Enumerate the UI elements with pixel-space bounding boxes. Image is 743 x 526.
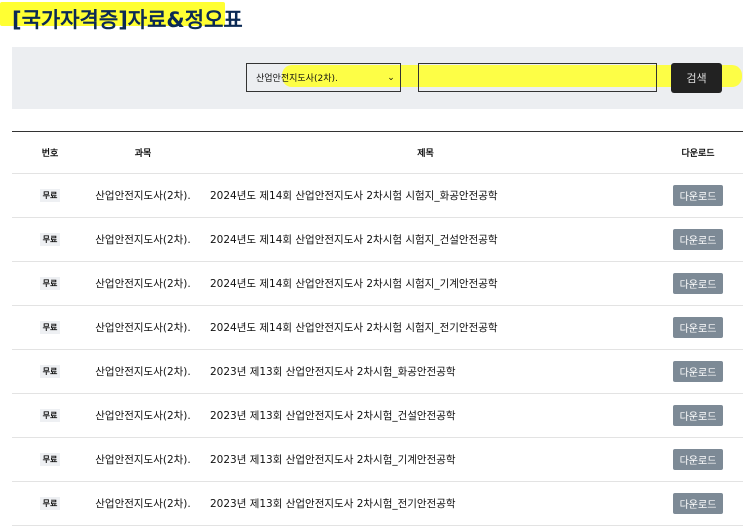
row-no: 무료 <box>12 321 88 334</box>
row-title-link[interactable]: 2023년 제13회 산업안전지도사 2차시험_건설안전공학 <box>198 408 653 423</box>
row-title-link[interactable]: 2024년도 제14회 산업안전지도사 2차시험 시험지_전기안전공학 <box>198 320 653 335</box>
row-subject: 산업안전지도사(2차). <box>95 278 191 290</box>
row-download: 다운로드 <box>653 229 743 250</box>
free-badge: 무료 <box>39 189 61 202</box>
download-button[interactable]: 다운로드 <box>672 185 724 206</box>
header-title: 제목 <box>417 149 434 159</box>
table-row[interactable]: 무료 산업안전지도사(2차). 2024년도 제14회 산업안전지도사 2차시험 시… <box>12 262 743 306</box>
row-title-link[interactable]: 2023년 제13회 산업안전지도사 2차시험_기계안전공학 <box>198 452 653 467</box>
free-badge: 무료 <box>39 409 61 422</box>
row-download: 다운로드 <box>653 185 743 206</box>
free-badge: 무료 <box>39 277 61 290</box>
table-row[interactable]: 무료 산업안전지도사(2차). 2023년 제13회 산업안전지도사 2차시험_화공… <box>12 350 743 394</box>
free-badge: 무료 <box>39 365 61 378</box>
table-body: 무료 산업안전지도사(2차). 2024년도 제14회 산업안전지도사 2차시험 시… <box>12 174 743 526</box>
subject-select-value: 산업안전지도사(2차). <box>256 74 338 84</box>
table-row[interactable]: 무료 산업안전지도사(2차). 2024년도 제14회 산업안전지도사 2차시험 시… <box>12 174 743 218</box>
data-table: 번호 과목 제목 다운로드 무료 산업안전지도사(2차). 2024년도 제14회 … <box>12 131 743 526</box>
download-button[interactable]: 다운로드 <box>672 449 724 470</box>
row-subject: 산업안전지도사(2차). <box>95 322 191 334</box>
row-no: 무료 <box>12 277 88 290</box>
download-button[interactable]: 다운로드 <box>672 493 724 514</box>
search-bar: 산업안전지도사(2차). ⌄ 검색 <box>12 47 743 109</box>
search-input[interactable] <box>418 63 657 92</box>
download-button[interactable]: 다운로드 <box>672 405 724 426</box>
download-button[interactable]: 다운로드 <box>672 317 724 338</box>
row-download: 다운로드 <box>653 273 743 294</box>
row-subject: 산업안전지도사(2차). <box>95 366 191 378</box>
row-no: 무료 <box>12 409 88 422</box>
row-subject: 산업안전지도사(2차). <box>95 234 191 246</box>
row-subject: 산업안전지도사(2차). <box>95 454 191 466</box>
row-no: 무료 <box>12 497 88 510</box>
row-subject: 산업안전지도사(2차). <box>95 410 191 422</box>
page-title: [국가자격증]자료&정오표 <box>12 8 243 32</box>
row-no: 무료 <box>12 189 88 202</box>
subject-select[interactable]: 산업안전지도사(2차). ⌄ <box>246 63 401 92</box>
row-download: 다운로드 <box>653 361 743 382</box>
search-button[interactable]: 검색 <box>671 63 722 93</box>
row-download: 다운로드 <box>653 449 743 470</box>
free-badge: 무료 <box>39 233 61 246</box>
row-title-link[interactable]: 2023년 제13회 산업안전지도사 2차시험_화공안전공학 <box>198 364 653 379</box>
row-title-link[interactable]: 2023년 제13회 산업안전지도사 2차시험_전기안전공학 <box>198 496 653 511</box>
row-subject: 산업안전지도사(2차). <box>95 498 191 510</box>
row-no: 무료 <box>12 453 88 466</box>
row-title-link[interactable]: 2024년도 제14회 산업안전지도사 2차시험 시험지_화공안전공학 <box>198 188 653 203</box>
download-button[interactable]: 다운로드 <box>672 229 724 250</box>
row-title-link[interactable]: 2024년도 제14회 산업안전지도사 2차시험 시험지_건설안전공학 <box>198 232 653 247</box>
row-download: 다운로드 <box>653 317 743 338</box>
title-area: [국가자격증]자료&정오표 <box>0 0 250 40</box>
row-no: 무료 <box>12 233 88 246</box>
free-badge: 무료 <box>39 453 61 466</box>
table-row[interactable]: 무료 산업안전지도사(2차). 2023년 제13회 산업안전지도사 2차시험_기계… <box>12 438 743 482</box>
row-no: 무료 <box>12 365 88 378</box>
table-row[interactable]: 무료 산업안전지도사(2차). 2024년도 제14회 산업안전지도사 2차시험 시… <box>12 218 743 262</box>
table-row[interactable]: 무료 산업안전지도사(2차). 2023년 제13회 산업안전지도사 2차시험_전기… <box>12 482 743 526</box>
free-badge: 무료 <box>39 497 61 510</box>
chevron-down-icon: ⌄ <box>387 72 395 83</box>
row-title-link[interactable]: 2024년도 제14회 산업안전지도사 2차시험 시험지_기계안전공학 <box>198 276 653 291</box>
table-header: 번호 과목 제목 다운로드 <box>12 132 743 174</box>
free-badge: 무료 <box>39 321 61 334</box>
row-download: 다운로드 <box>653 493 743 514</box>
header-no: 번호 <box>41 149 59 159</box>
header-subject: 과목 <box>134 149 152 159</box>
download-button[interactable]: 다운로드 <box>672 361 724 382</box>
header-download: 다운로드 <box>681 149 715 159</box>
download-button[interactable]: 다운로드 <box>672 273 724 294</box>
table-row[interactable]: 무료 산업안전지도사(2차). 2023년 제13회 산업안전지도사 2차시험_건설… <box>12 394 743 438</box>
row-subject: 산업안전지도사(2차). <box>95 190 191 202</box>
row-download: 다운로드 <box>653 405 743 426</box>
table-row[interactable]: 무료 산업안전지도사(2차). 2024년도 제14회 산업안전지도사 2차시험 시… <box>12 306 743 350</box>
